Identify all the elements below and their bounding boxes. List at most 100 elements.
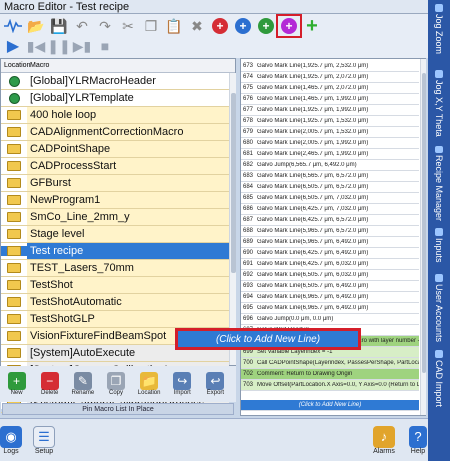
macro-list-scrollbar[interactable] (229, 73, 236, 365)
delete-x-icon[interactable]: ✖ (186, 16, 208, 36)
pause-icon[interactable]: ❚❚ (47, 36, 70, 56)
macro-step-row[interactable]: 692 Galvo Mark Line(6,505.7 μm, 6,032.0 μ… (241, 270, 419, 281)
macro-step-row[interactable]: 702 Comment: Return to Drawing Origin (241, 369, 419, 380)
alarms-button[interactable]: ♪ Alarms (370, 422, 398, 458)
folder-icon (7, 348, 21, 358)
open-folder-icon[interactable]: 📂 (25, 16, 47, 36)
macro-step-row[interactable]: 689 Galvo Mark Line(5,965.7 μm, 6,492.0 μ… (241, 237, 419, 248)
tab-jog-zoom[interactable]: Jog Zoom (430, 4, 448, 64)
step-forward-icon[interactable]: ▶▮ (71, 36, 93, 56)
macro-step-row[interactable]: 674 Galvo Mark Line(1,925.7 μm, 2,072.0 μ… (241, 72, 419, 83)
location-button[interactable]: 📁 Location (137, 366, 162, 402)
step-text: Galvo Mark Line(1,925.7 μm, 2,532.0 μm) (257, 63, 369, 69)
macro-list-item[interactable]: 400 hole loop (1, 107, 229, 124)
copy-icon[interactable]: ❐ (140, 16, 162, 36)
cad-icon (435, 350, 443, 358)
macro-list-item[interactable]: SmCo_Line_2mm_y (1, 209, 229, 226)
macro-step-row[interactable]: 696 Galvo Jump(0.0 μm, 0.0 μm) (241, 314, 419, 325)
macro-list-item[interactable]: TestShot (1, 277, 229, 294)
tab-cad-import[interactable]: CAD Import (430, 350, 448, 410)
tab-recipe-manager[interactable]: Recipe Manager (430, 146, 448, 221)
tab-inputs[interactable]: Inputs (430, 228, 448, 268)
steps-scroll-thumb[interactable] (422, 73, 426, 373)
macro-list-item[interactable]: [Global]YLRMacroHeader (1, 73, 229, 90)
macro-step-row[interactable]: 680 Galvo Mark Line(2,005.7 μm, 1,992.0 μ… (241, 138, 419, 149)
macro-step-row[interactable]: 695 Galvo Mark Line(6,965.7 μm, 6,492.0 μ… (241, 303, 419, 314)
tab-jog-xy-theta[interactable]: Jog X,Y Theta (430, 70, 448, 140)
macro-step-row[interactable]: 681 Galvo Mark Line(2,465.7 μm, 1,992.0 μ… (241, 149, 419, 160)
macro-list-item[interactable]: [Global]YLRTemplate (1, 90, 229, 107)
help-button[interactable]: ? Help (408, 422, 428, 458)
macro-step-row[interactable]: 690 Galvo Mark Line(6,425.7 μm, 6,492.0 μ… (241, 248, 419, 259)
add-red-icon[interactable]: + (209, 16, 231, 36)
macro-step-row[interactable]: 682 Galvo Jump(6,565.7 μm, 6,492.0 μm) (241, 160, 419, 171)
cut-icon[interactable]: ✂ (117, 16, 139, 36)
step-text: Galvo Mark Line(1,465.7 μm, 1,992.0 μm) (257, 96, 369, 102)
macro-step-row[interactable]: 694 Galvo Mark Line(6,965.7 μm, 6,492.0 μ… (241, 292, 419, 303)
import-button[interactable]: ↪ Import (170, 366, 195, 402)
macro-list-item[interactable]: Test recipe (1, 243, 229, 260)
macro-step-row[interactable]: 676 Galvo Mark Line(1,465.7 μm, 1,992.0 μ… (241, 94, 419, 105)
add-blue-icon[interactable]: + (232, 16, 254, 36)
delete-button[interactable]: − Delete (37, 366, 62, 402)
macro-list-item[interactable]: Stage level (1, 226, 229, 243)
new-button[interactable]: + New (4, 366, 29, 402)
add-plus-icon[interactable]: + (301, 15, 323, 37)
setup-button[interactable]: ☰ Setup (30, 422, 58, 458)
stop-icon[interactable]: ■ (94, 36, 116, 56)
step-text: Galvo Mark Line(6,425.7 μm, 7,032.0 μm) (257, 206, 369, 212)
macro-list-item[interactable]: TEST_Lasers_70mm (1, 260, 229, 277)
macro-list-item[interactable]: CADAlignmentCorrectionMacro (1, 124, 229, 141)
play-icon[interactable]: ▶ (2, 36, 24, 56)
pin-macro-list-button[interactable]: Pin Macro List In Place (2, 403, 234, 415)
user-icon (435, 274, 443, 282)
add-purple-icon[interactable]: + (276, 14, 302, 38)
rename-button[interactable]: ✎ Rename (70, 366, 95, 402)
waveform-icon[interactable] (2, 16, 24, 36)
macro-step-row[interactable]: 687 Galvo Mark Line(6,425.7 μm, 6,572.0 μ… (241, 215, 419, 226)
scroll-thumb[interactable] (231, 93, 236, 273)
add-new-line-callout[interactable]: (Click to Add New Line) (175, 328, 361, 350)
step-back-icon[interactable]: ▮◀ (25, 36, 47, 56)
step-text: Galvo Jump(6,565.7 μm, 6,492.0 μm) (257, 162, 357, 168)
macro-step-row[interactable]: 684 Galvo Mark Line(6,505.7 μm, 6,572.0 μ… (241, 182, 419, 193)
macro-step-row[interactable]: 686 Galvo Mark Line(6,425.7 μm, 7,032.0 μ… (241, 204, 419, 215)
macro-step-row[interactable]: 691 Galvo Mark Line(6,425.7 μm, 6,032.0 μ… (241, 259, 419, 270)
macro-step-row[interactable]: 679 Galvo Mark Line(2,005.7 μm, 1,532.0 μ… (241, 127, 419, 138)
macro-step-row[interactable]: 675 Galvo Mark Line(1,465.7 μm, 2,072.0 μ… (241, 83, 419, 94)
macro-step-row[interactable]: 677 Galvo Mark Line(1,925.7 μm, 1,992.0 μ… (241, 105, 419, 116)
macro-step-row[interactable]: 693 Galvo Mark Line(6,505.7 μm, 6,492.0 μ… (241, 281, 419, 292)
macro-list-item[interactable]: CADProcessStart (1, 158, 229, 175)
macro-step-row[interactable]: 678 Galvo Mark Line(1,925.7 μm, 1,532.0 μ… (241, 116, 419, 127)
step-text: Galvo Mark Line(1,465.7 μm, 2,072.0 μm) (257, 85, 369, 91)
macro-step-row[interactable]: 703 Move Offset(PartLocation.X Axis=0.0, … (241, 380, 419, 391)
add-new-line-row[interactable]: (Click to Add New Line) (241, 400, 419, 411)
copy-button[interactable]: ❐ Copy (103, 366, 128, 402)
macro-step-row[interactable]: 673 Galvo Mark Line(1,925.7 μm, 2,532.0 μ… (241, 61, 419, 72)
undo-icon[interactable]: ↶ (71, 16, 93, 36)
macro-step-row[interactable]: 688 Galvo Mark Line(5,965.7 μm, 6,572.0 μ… (241, 226, 419, 237)
macro-name: Stage level (27, 226, 229, 242)
logs-button[interactable]: ◉ Logs (0, 422, 22, 458)
macro-list-item[interactable]: NewProgram1 (1, 192, 229, 209)
macro-step-row[interactable]: 700 Call CADPointShape(Layerindex, Passes… (241, 358, 419, 369)
location-column-header[interactable]: Location (1, 62, 30, 69)
step-number: 695 (243, 305, 254, 311)
folder-icon (7, 331, 21, 341)
macro-list-header: Location Macro (1, 59, 235, 73)
macro-list-item[interactable]: GFBurst (1, 175, 229, 192)
macro-column-header[interactable]: Macro (27, 62, 49, 69)
location-folder-icon: 📁 (140, 372, 159, 390)
tab-user-accounts[interactable]: User Accounts (430, 274, 448, 344)
macro-list-item[interactable]: CADPointShape (1, 141, 229, 158)
macro-list-item[interactable]: TestShotGLP (1, 311, 229, 328)
macro-list-item[interactable]: TestShotAutomatic (1, 294, 229, 311)
export-button[interactable]: ↩ Export (203, 366, 228, 402)
steps-scrollbar[interactable] (420, 59, 426, 415)
add-green-icon[interactable]: + (255, 16, 277, 36)
macro-step-row[interactable]: 685 Galvo Mark Line(6,505.7 μm, 7,032.0 μ… (241, 193, 419, 204)
save-icon[interactable]: 💾 (48, 16, 70, 36)
macro-step-row[interactable]: 683 Galvo Mark Line(6,565.7 μm, 6,572.0 μ… (241, 171, 419, 182)
paste-icon[interactable]: 📋 (163, 16, 185, 36)
redo-icon[interactable]: ↷ (94, 16, 116, 36)
